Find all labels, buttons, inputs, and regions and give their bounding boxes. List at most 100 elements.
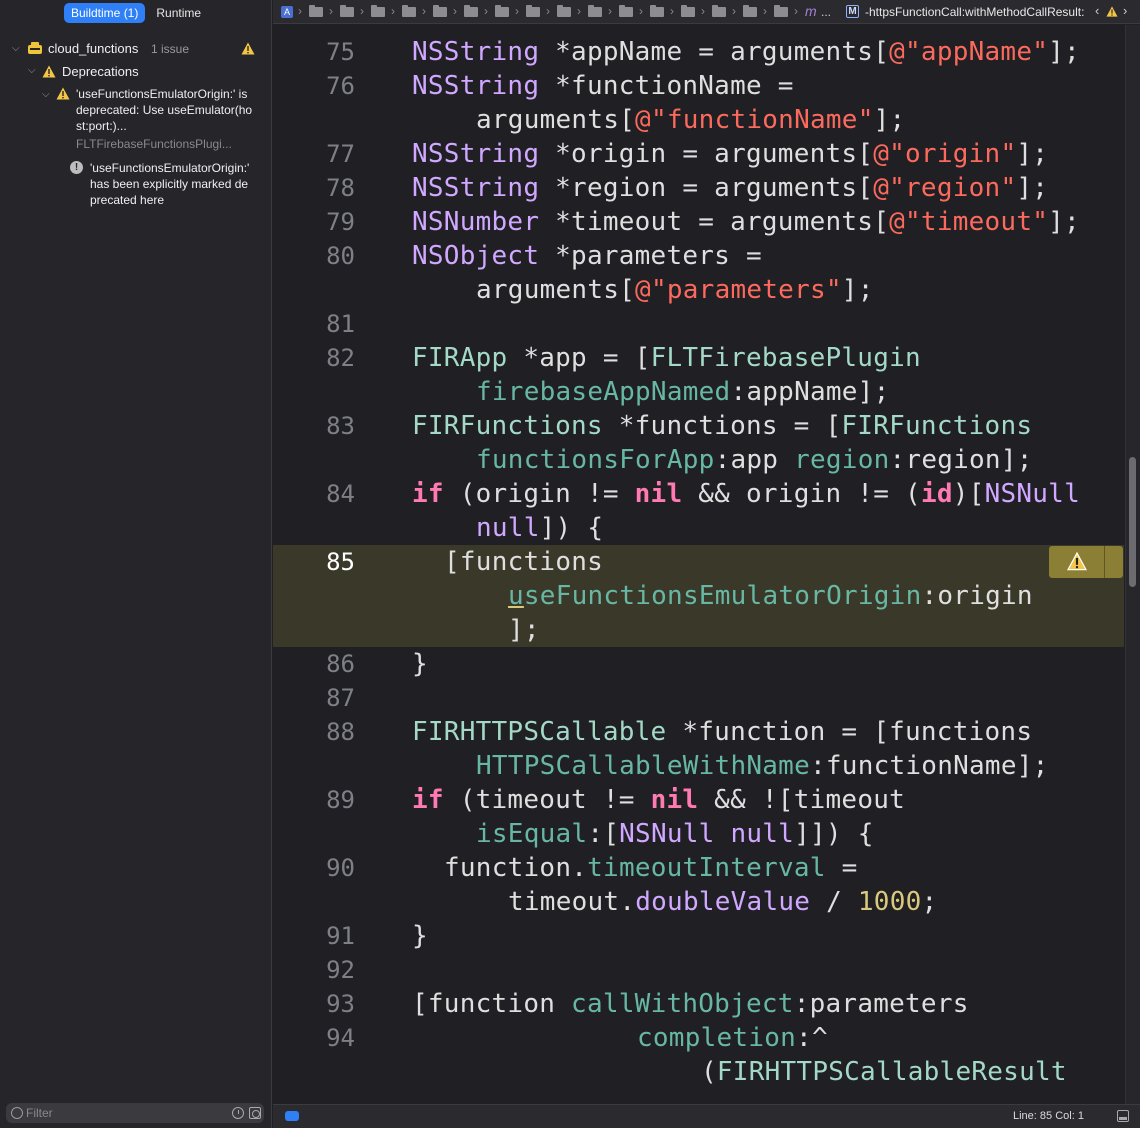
code-token: NSString [412, 71, 540, 101]
previous-issue-button[interactable]: ‹ [1095, 3, 1099, 18]
code-token: nil [650, 785, 699, 815]
code-token: *timeout = arguments[ [539, 207, 890, 237]
code-token: FIRHTTPSCallableResult [716, 1057, 1067, 1087]
chevron-right-icon: › [453, 4, 457, 18]
code-line: HTTPSCallableWithName:functionName]; [476, 749, 1049, 783]
warning-icon [42, 65, 56, 78]
inline-warning-badge[interactable] [1049, 546, 1123, 578]
code-token: if [412, 479, 444, 509]
issue-message[interactable]: 'useFunctionsEmulatorOrigin:' is depreca… [76, 86, 256, 134]
code-token: :[ [587, 819, 620, 849]
warning-icon[interactable] [1106, 6, 1118, 17]
code-token: FIRHTTPSCallable [412, 717, 667, 747]
code-token: ( [701, 1057, 717, 1087]
folder-icon[interactable] [681, 5, 695, 17]
folder-icon[interactable] [371, 5, 385, 17]
code-line: NSString *appName = arguments[@"appName"… [412, 35, 1080, 69]
scrollbar-thumb[interactable] [1129, 457, 1136, 587]
debug-area-indicator[interactable] [285, 1111, 299, 1121]
project-row[interactable]: ⌵ cloud_functions 1 issue [0, 40, 272, 58]
folder-icon[interactable] [433, 5, 447, 17]
code-token: ]) { [539, 513, 604, 543]
line-number: 87 [326, 684, 355, 712]
code-token: completion [637, 1023, 797, 1053]
chevron-down-icon[interactable]: ⌵ [28, 65, 36, 76]
implementation-file-icon[interactable]: m [805, 3, 817, 19]
code-line: [function callWithObject:parameters [412, 987, 969, 1021]
code-line: [functions [444, 545, 603, 579]
code-line: ]; [508, 613, 540, 647]
code-token: FIRApp [412, 343, 508, 373]
group-row-deprecations[interactable]: ⌵ Deprecations [0, 62, 272, 80]
code-token: FIRFunctions [841, 411, 1033, 441]
toggle-debug-area-icon[interactable] [1117, 1110, 1129, 1122]
folder-icon[interactable] [619, 5, 633, 17]
code-token: @"origin" [873, 139, 1017, 169]
code-token: } [412, 649, 428, 679]
line-number: 89 [326, 786, 355, 814]
code-token: :appName]; [730, 377, 890, 407]
code-token: functionsForApp [476, 445, 715, 475]
code-line: NSString *region = arguments[@"region"]; [412, 171, 1048, 205]
code-token: @"parameters" [635, 275, 842, 305]
folder-icon[interactable] [526, 5, 540, 17]
line-number-current: 85 [326, 548, 355, 576]
folder-icon[interactable] [464, 5, 478, 17]
jumpbar-method[interactable]: -httpsFunctionCall:withMethodCallResult: [865, 5, 1084, 19]
jump-bar: A › › › › › › › › › › › › › › › › › m ..… [273, 0, 1140, 24]
code-token: *functionName = [539, 71, 794, 101]
code-token: ]; [1016, 139, 1049, 169]
code-token: FLTFirebasePlugin [650, 343, 921, 373]
folder-icon[interactable] [650, 5, 664, 17]
filter-input[interactable] [26, 1105, 216, 1121]
code-token: = [825, 853, 858, 883]
next-issue-button[interactable]: › [1123, 3, 1127, 18]
folder-icon[interactable] [402, 5, 416, 17]
code-token: firebaseAppNamed [476, 377, 731, 407]
line-number: 77 [326, 140, 355, 168]
code-line: useFunctionsEmulatorOrigin:origin [508, 579, 1033, 613]
folder-icon[interactable] [712, 5, 726, 17]
code-token: if [412, 785, 444, 815]
line-number: 80 [326, 242, 355, 270]
code-token: ]; [1016, 173, 1049, 203]
code-token: :functionName]; [809, 751, 1049, 781]
folder-icon[interactable] [743, 5, 757, 17]
code-token: NSString [412, 37, 540, 67]
tab-runtime[interactable]: Runtime [149, 3, 208, 23]
code-token: ]; [873, 105, 906, 135]
code-line: function.timeoutInterval = [444, 851, 858, 885]
code-token: ]; [508, 615, 540, 645]
chevron-right-icon: › [608, 4, 612, 18]
code-line: NSString *origin = arguments[@"origin"]; [412, 137, 1048, 171]
chevron-down-icon[interactable]: ⌵ [42, 89, 50, 100]
issue-count: 1 issue [151, 42, 190, 56]
code-token: null [730, 819, 795, 849]
folder-icon[interactable] [557, 5, 571, 17]
chevron-right-icon: › [329, 4, 333, 18]
scope-filter-icon[interactable] [249, 1107, 261, 1119]
line-number: 93 [326, 990, 355, 1018]
folder-icon[interactable] [309, 5, 323, 17]
jumpbar-ellipsis[interactable]: ... [821, 5, 831, 19]
code-line: null]) { [476, 511, 603, 545]
folder-icon[interactable] [774, 5, 788, 17]
recent-filter-icon[interactable] [232, 1107, 244, 1119]
code-token: *function = [functions [666, 717, 1033, 747]
issue-file: FLTFirebaseFunctionsPlugi... [76, 137, 232, 151]
line-number: 86 [326, 650, 355, 678]
app-icon[interactable]: A [281, 6, 293, 18]
code-token: :^ [796, 1023, 828, 1053]
folder-icon[interactable] [495, 5, 509, 17]
code-token: NSNull [619, 819, 715, 849]
tab-buildtime[interactable]: Buildtime (1) [64, 3, 146, 23]
folder-icon[interactable] [588, 5, 602, 17]
folder-icon[interactable] [340, 5, 354, 17]
code-editor[interactable]: 75 76 77 78 79 80 81 82 83 84 85 86 87 8… [273, 25, 1140, 1104]
chevron-down-icon[interactable]: ⌵ [12, 43, 20, 54]
method-icon: M [846, 5, 859, 18]
issue-note[interactable]: 'useFunctionsEmulatorOrigin:' has been e… [90, 160, 250, 208]
line-number: 76 [326, 72, 355, 100]
line-number: 79 [326, 208, 355, 236]
line-number: 92 [326, 956, 355, 984]
